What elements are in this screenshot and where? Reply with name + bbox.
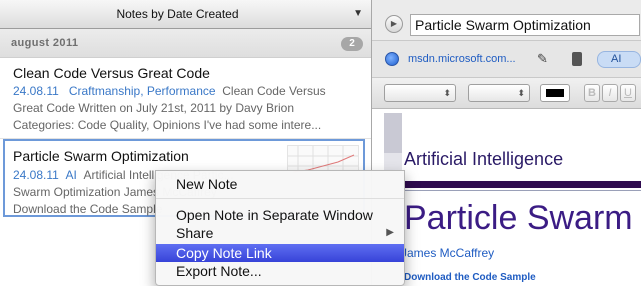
- source-url-link[interactable]: msdn.microsoft.com...: [408, 53, 516, 65]
- underline-button[interactable]: U: [620, 84, 636, 102]
- note-content[interactable]: Artificial Intelligence Particle Swarm O…: [372, 109, 641, 286]
- section-heading: Artificial Intelligence: [404, 149, 564, 169]
- tag-field[interactable]: AI: [597, 51, 641, 68]
- menu-item-label: New Note: [176, 176, 238, 192]
- lock-icon[interactable]: [572, 52, 582, 66]
- dropdown-arrow-icon: ▼: [353, 8, 363, 19]
- note-count-badge: 2: [341, 37, 363, 51]
- snippet-line: Great Code Written on July 21st, 2011 by…: [13, 101, 295, 115]
- menu-separator: [156, 198, 404, 199]
- note-date: 24.08.11: [13, 84, 59, 98]
- month-group-label: august 2011: [11, 37, 79, 49]
- font-select[interactable]: ⬍: [384, 84, 456, 102]
- snippet-line: Clean Code Versus: [222, 84, 326, 98]
- menu-item-new-note[interactable]: New Note: [156, 175, 404, 193]
- play-icon[interactable]: ▶: [385, 15, 403, 33]
- note-list-item[interactable]: Clean Code Versus Great Code 24.08.11 Cr…: [0, 58, 371, 139]
- menu-item-label: Copy Note Link: [176, 245, 272, 261]
- color-chip: [546, 89, 564, 97]
- sort-label: Notes by Date Created: [116, 7, 239, 21]
- text-color-swatch[interactable]: [540, 84, 570, 102]
- content-margin-shade: [384, 113, 402, 153]
- font-size-select[interactable]: ⬍: [468, 84, 530, 102]
- note-editor-pane: ▶ Particle Swarm Optimization msdn.micro…: [372, 0, 641, 286]
- menu-item-label: Export Note...: [176, 263, 262, 279]
- submenu-arrow-icon: ▶: [386, 227, 394, 238]
- note-title-field[interactable]: Particle Swarm Optimization: [410, 14, 640, 36]
- note-snippet: 24.08.11 Craftmanship, Performance Clean…: [13, 83, 363, 134]
- divider: [404, 190, 641, 191]
- download-link[interactable]: Download the Code Sample: [404, 272, 536, 283]
- note-title-bar: ▶ Particle Swarm Optimization: [372, 0, 641, 41]
- menu-item-open-separate-window[interactable]: Open Note in Separate Window: [156, 206, 404, 224]
- menu-item-label: Share: [176, 225, 214, 241]
- divider: [404, 181, 641, 188]
- sort-selector[interactable]: Notes by Date Created ▼: [0, 0, 371, 29]
- note-title: Particle Swarm Optimization: [13, 148, 189, 164]
- pencil-icon[interactable]: ✎: [537, 51, 548, 67]
- chevron-down-icon: ⬍: [443, 88, 451, 98]
- note-url-bar: msdn.microsoft.com... ✎ AI: [372, 41, 641, 78]
- note-tags: Craftmanship, Performance: [68, 84, 216, 98]
- article-heading: Particle Swarm Optimization: [404, 199, 641, 237]
- menu-item-label: Open Note in Separate Window: [176, 207, 373, 223]
- month-group-header: august 2011 2: [0, 29, 371, 58]
- menu-item-export-note[interactable]: Export Note...: [156, 262, 404, 280]
- menu-item-copy-note-link[interactable]: Copy Note Link: [156, 244, 404, 262]
- note-tags: AI: [65, 168, 77, 182]
- format-toolbar: ⬍ ⬍ B I U: [372, 78, 641, 109]
- menu-item-share[interactable]: Share ▶: [156, 224, 404, 242]
- note-date: 24.08.11: [13, 168, 59, 182]
- chevron-down-icon: ⬍: [517, 88, 525, 98]
- bold-button[interactable]: B: [584, 84, 600, 102]
- context-menu: New Note Open Note in Separate Window Sh…: [155, 170, 405, 286]
- snippet-line: Categories: Code Quality, Opinions I've …: [13, 118, 322, 132]
- note-title: Clean Code Versus Great Code: [13, 65, 210, 81]
- author-link[interactable]: James McCaffrey: [401, 246, 494, 260]
- italic-button[interactable]: I: [602, 84, 618, 102]
- globe-icon[interactable]: [385, 52, 399, 66]
